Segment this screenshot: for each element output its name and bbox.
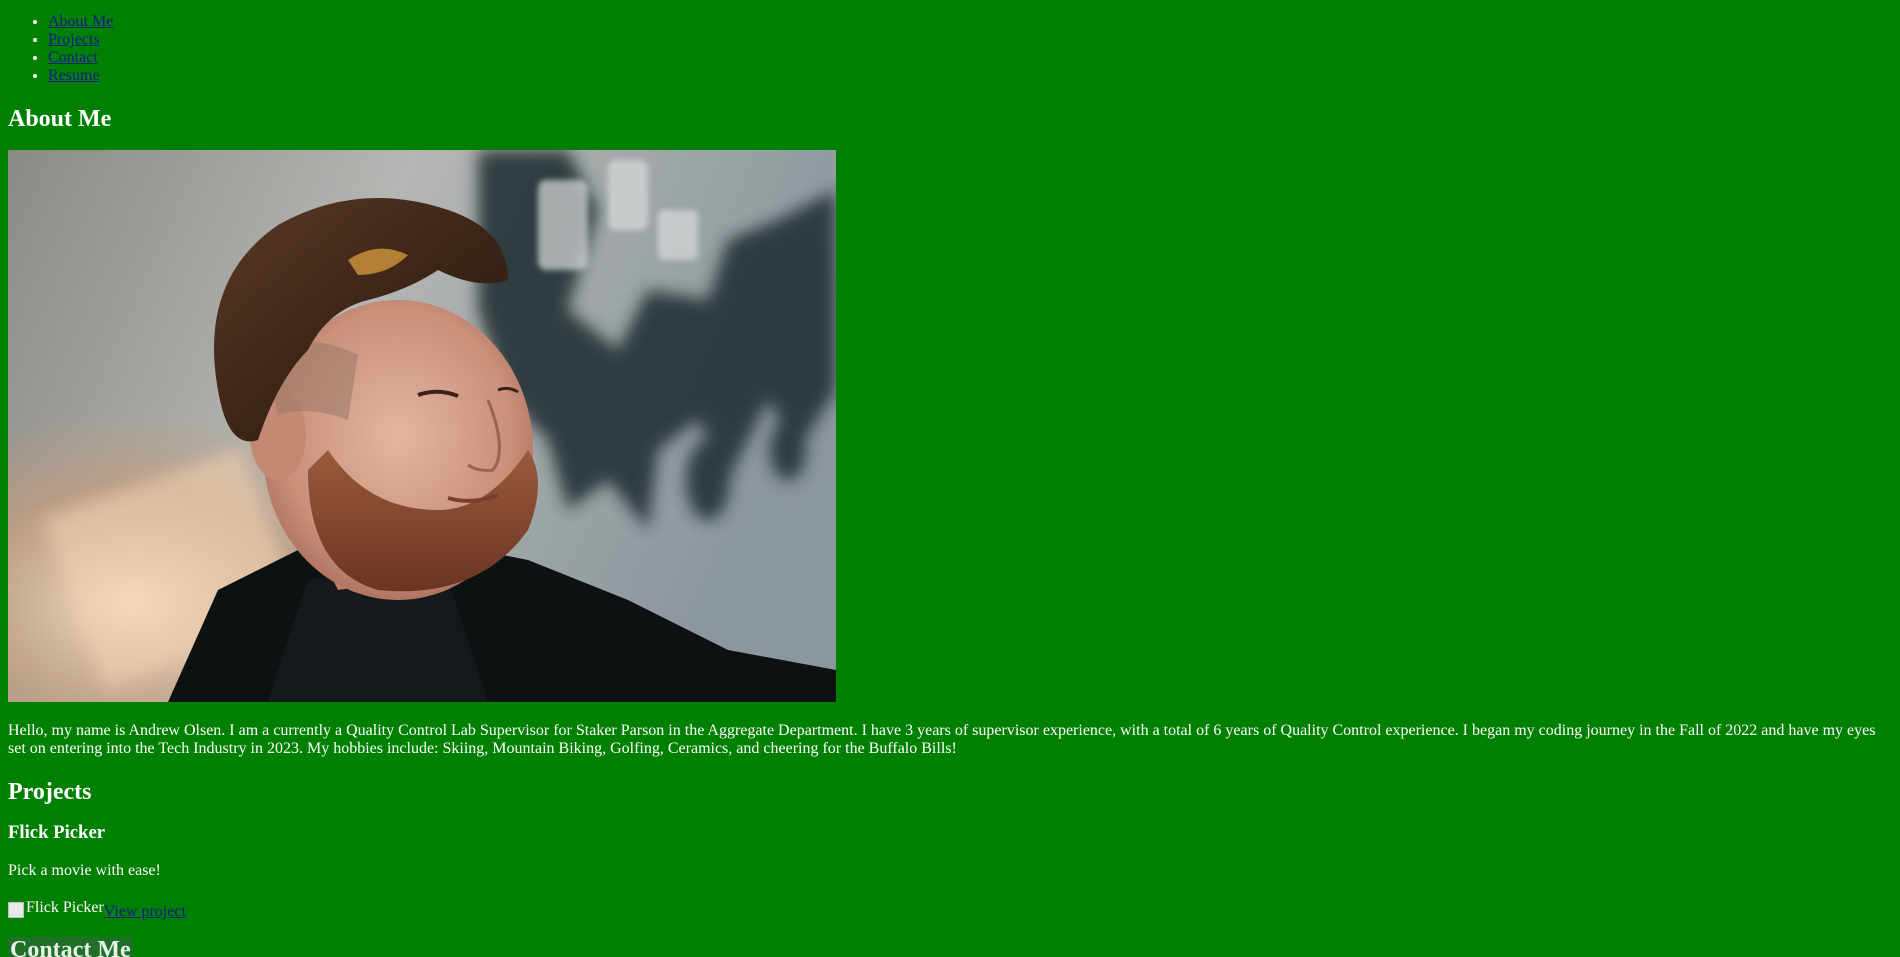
project-media-row: Flick Picker View project	[8, 899, 1892, 921]
nav-link-resume[interactable]: Resume	[48, 67, 100, 84]
nav-item-projects: Projects	[48, 31, 1892, 49]
projects-section: Projects Flick Picker Pick a movie with …	[8, 779, 1892, 921]
nav-item-contact: Contact	[48, 49, 1892, 67]
project-image-alt: Flick Picker	[26, 899, 104, 916]
nav-link-contact[interactable]: Contact	[48, 49, 98, 66]
broken-image-icon	[8, 902, 24, 918]
profile-photo	[8, 150, 836, 702]
project-card: Flick Picker Pick a movie with ease! Fli…	[8, 823, 1892, 921]
nav-link-projects[interactable]: Projects	[48, 31, 100, 48]
project-title: Flick Picker	[8, 822, 106, 843]
contact-section: Contact Me	[8, 937, 1892, 957]
page: About Me Projects Contact Resume About M…	[0, 0, 1900, 957]
view-project-link[interactable]: View project	[104, 903, 186, 921]
project-image: Flick Picker	[8, 899, 104, 918]
nav-item-about: About Me	[48, 13, 1892, 31]
nav-item-resume: Resume	[48, 67, 1892, 85]
nav-link-about[interactable]: About Me	[48, 13, 113, 30]
about-section: About Me Hello, my name is Andrew Olsen.…	[8, 106, 1892, 758]
about-bio: Hello, my name is Andrew Olsen. I am a c…	[8, 722, 1876, 757]
contact-heading: Contact Me	[8, 937, 133, 957]
projects-heading: Projects	[8, 779, 92, 805]
project-description: Pick a movie with ease!	[8, 862, 161, 879]
about-heading: About Me	[8, 106, 112, 132]
nav-list: About Me Projects Contact Resume	[8, 0, 1892, 85]
